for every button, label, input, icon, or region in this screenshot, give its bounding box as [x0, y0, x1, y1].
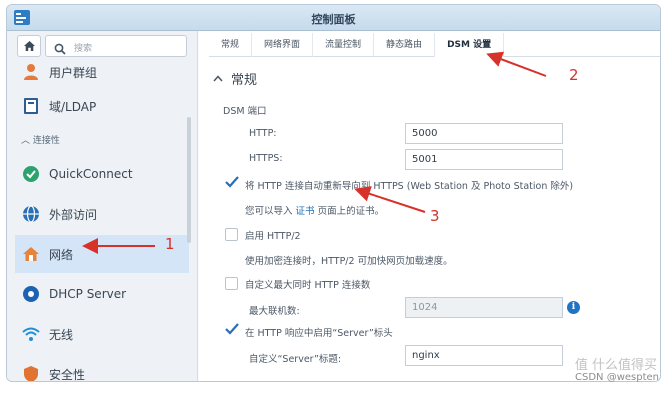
annotation-arrow-2 [486, 51, 547, 77]
annotation-number-2: 2 [569, 66, 579, 84]
annotation-overlay [82, 51, 547, 254]
annotation-number-1: 1 [165, 235, 175, 253]
watermark-author: CSDN @wespten [575, 372, 659, 383]
annotation-arrow-3 [354, 186, 426, 213]
watermark-site: 值 什么值得买 [574, 358, 657, 373]
annotation-number-3: 3 [430, 207, 440, 225]
